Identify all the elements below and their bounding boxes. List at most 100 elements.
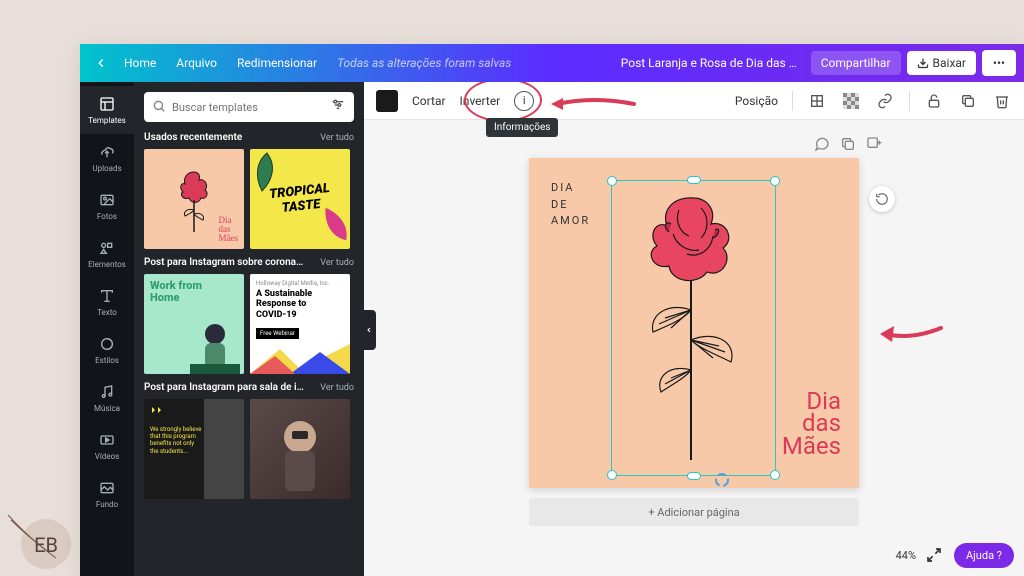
search-icon [152, 98, 166, 117]
search-input[interactable] [172, 101, 324, 114]
download-button[interactable]: Baixar [907, 51, 976, 75]
section-title: Post para Instagram sobre corona... [144, 257, 304, 268]
templates-icon [98, 95, 116, 113]
rail-label: Estilos [95, 356, 119, 365]
help-button[interactable]: Ajuda ? [954, 543, 1014, 568]
text-icon [98, 287, 116, 305]
search-bar[interactable] [144, 92, 354, 122]
annotation-arrow-2 [876, 320, 946, 350]
filter-icon[interactable] [330, 97, 346, 117]
invert-button[interactable]: Inverter [460, 94, 501, 108]
resize-handle[interactable] [770, 470, 780, 480]
styles-icon [98, 335, 116, 353]
background-icon [98, 479, 116, 497]
duplicate-page-icon[interactable] [840, 136, 858, 154]
templates-panel: Usados recentemente Ver tudo Dia das Mãe… [134, 82, 364, 576]
trash-icon[interactable] [992, 91, 1012, 111]
design-heading[interactable]: DIA DE AMOR [551, 180, 590, 230]
section-title: Usados recentemente [144, 132, 242, 143]
template-thumb[interactable]: Dia das Mães [144, 149, 244, 249]
selection-box[interactable] [611, 180, 776, 476]
link-icon[interactable] [875, 91, 895, 111]
canvas-area: Cortar Inverter i Posição Informações [364, 82, 1024, 576]
side-rail: Templates Uploads Fotos Elementos Texto … [80, 82, 134, 576]
see-all-link[interactable]: Ver tudo [320, 383, 354, 393]
rail-label: Templates [88, 116, 125, 125]
save-status: Todas as alterações foram salvas [327, 56, 521, 70]
rail-videos[interactable]: Vídeos [80, 422, 134, 470]
lock-icon[interactable] [924, 91, 944, 111]
zoom-level[interactable]: 44% [896, 549, 916, 562]
design-script-text[interactable]: Dia das Mães [782, 390, 841, 458]
rail-photos[interactable]: Fotos [80, 182, 134, 230]
uploads-icon [98, 143, 116, 161]
template-thumb[interactable] [250, 399, 350, 499]
rail-text[interactable]: Texto [80, 278, 134, 326]
template-thumb[interactable]: Holloway Digital Media, Inc. A Sustainab… [250, 274, 350, 374]
bottom-bar: 44% Ajuda ? [896, 543, 1014, 568]
rotate-button[interactable] [869, 186, 895, 212]
info-tooltip: Informações [486, 118, 558, 137]
rail-label: Texto [97, 308, 117, 317]
thumb-text: Work from Home [150, 280, 238, 304]
music-icon [98, 383, 116, 401]
rail-music[interactable]: Música [80, 374, 134, 422]
resize-handle[interactable] [687, 472, 701, 480]
file-menu[interactable]: Arquivo [166, 56, 227, 70]
section-recently-used: Usados recentemente Ver tudo Dia das Mãe… [144, 132, 354, 249]
rail-label: Fotos [97, 212, 117, 221]
top-bar: Home Arquivo Redimensionar Todas as alte… [80, 44, 1024, 82]
crop-button[interactable]: Cortar [412, 94, 446, 108]
resize-handle[interactable] [607, 176, 617, 186]
template-thumb[interactable]: Work from Home [144, 274, 244, 374]
color-swatch[interactable] [376, 90, 398, 112]
comment-icon[interactable] [814, 136, 832, 154]
template-thumb[interactable]: We strongly believethat this programbene… [144, 399, 244, 499]
rail-label: Uploads [92, 164, 121, 173]
thumb-badge: Free Webinar [256, 328, 299, 339]
rail-label: Música [94, 404, 120, 413]
resize-menu[interactable]: Redimensionar [227, 56, 327, 70]
elements-icon [98, 239, 116, 257]
add-page-icon[interactable] [866, 136, 884, 154]
photos-icon [98, 191, 116, 209]
back-button[interactable] [88, 50, 114, 76]
see-all-link[interactable]: Ver tudo [320, 133, 354, 143]
rail-label: Fundo [96, 500, 118, 509]
home-link[interactable]: Home [114, 56, 166, 70]
rail-label: Elementos [88, 260, 126, 269]
info-button[interactable]: i [514, 91, 534, 111]
resize-handle[interactable] [607, 470, 617, 480]
rail-uploads[interactable]: Uploads [80, 134, 134, 182]
canvas-stage[interactable]: DIA DE AMOR [364, 120, 1024, 576]
rail-templates[interactable]: Templates [80, 86, 134, 134]
document-title[interactable]: Post Laranja e Rosa de Dia das Mães para… [611, 56, 811, 70]
rail-styles[interactable]: Estilos [80, 326, 134, 374]
design-canvas[interactable]: DIA DE AMOR [529, 158, 859, 488]
svg-text:EB: EB [34, 533, 58, 557]
section-title: Post para Instagram para sala de i... [144, 382, 304, 393]
more-button[interactable]: ••• [982, 50, 1016, 76]
app-window: Home Arquivo Redimensionar Todas as alte… [80, 44, 1024, 576]
transparency-icon[interactable] [807, 91, 827, 111]
context-toolbar: Cortar Inverter i Posição Informações [364, 82, 1024, 120]
resize-handle[interactable] [687, 176, 701, 184]
see-all-link[interactable]: Ver tudo [320, 258, 354, 268]
thumb-text: Dia das Mães [219, 216, 239, 243]
add-page-button[interactable]: + Adicionar página [529, 498, 859, 526]
cursor-loading-icon [714, 472, 730, 488]
expand-icon[interactable] [926, 547, 944, 565]
duplicate-icon[interactable] [958, 91, 978, 111]
rail-background[interactable]: Fundo [80, 470, 134, 518]
watermark-logo: EB [6, 490, 86, 570]
share-button[interactable]: Compartilhar [811, 51, 901, 75]
section-classroom: Post para Instagram para sala de i... Ve… [144, 382, 354, 499]
position-button[interactable]: Posição [735, 94, 778, 108]
videos-icon [98, 431, 116, 449]
annotation-arrow [549, 94, 639, 114]
checker-icon[interactable] [841, 91, 861, 111]
template-thumb[interactable]: TROPICAL TASTE [250, 149, 350, 249]
rail-elements[interactable]: Elementos [80, 230, 134, 278]
collapse-panel-button[interactable] [362, 310, 376, 350]
resize-handle[interactable] [770, 176, 780, 186]
